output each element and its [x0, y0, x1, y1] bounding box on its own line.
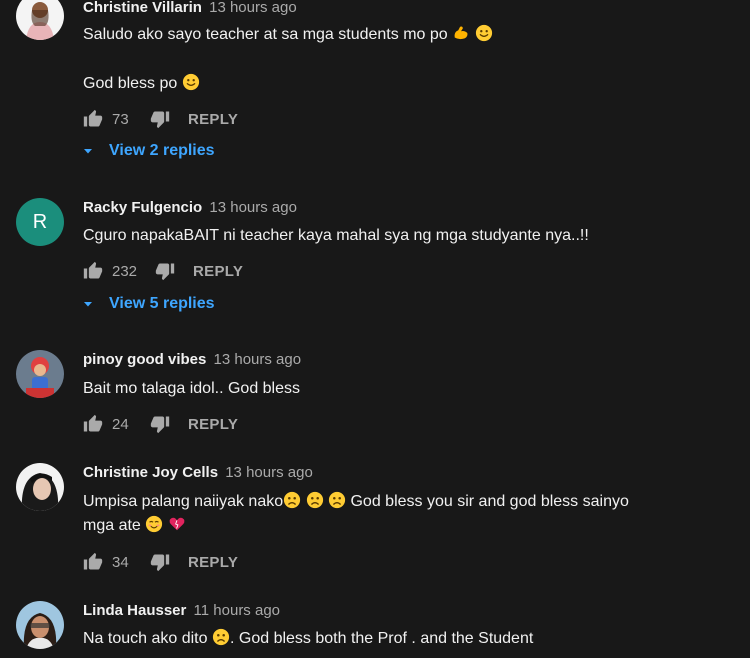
view-replies-button[interactable]: View 5 replies — [83, 295, 215, 313]
like-icon[interactable] — [83, 261, 103, 281]
avatar[interactable] — [16, 0, 64, 40]
reply-button[interactable]: REPLY — [193, 263, 243, 280]
flexed-biceps-icon — [452, 24, 470, 42]
author-name[interactable]: Linda Hausser — [83, 602, 186, 619]
timestamp[interactable]: 11 hours ago — [194, 602, 280, 619]
dislike-icon[interactable] — [150, 109, 170, 129]
comment-actions: 73 REPLY — [83, 107, 238, 131]
comment-text: Umpisa palang naiiyak nako God bless you… — [83, 491, 629, 510]
view-replies-label: View 2 replies — [109, 142, 215, 159]
sad-face-icon — [283, 491, 301, 509]
reply-button[interactable]: REPLY — [188, 416, 238, 433]
view-replies-button[interactable]: View 2 replies — [83, 142, 215, 160]
broken-heart-icon — [168, 515, 186, 533]
like-icon[interactable] — [83, 109, 103, 129]
timestamp[interactable]: 13 hours ago — [225, 464, 313, 481]
dislike-icon[interactable] — [150, 552, 170, 572]
author-name[interactable]: Christine Joy Cells — [83, 464, 218, 481]
comment-text: Cguro napakaBAIT ni teacher kaya mahal s… — [83, 227, 589, 244]
author-name[interactable]: Racky Fulgencio — [83, 199, 202, 216]
sad-face-icon — [212, 628, 230, 646]
avatar[interactable]: R — [16, 198, 64, 246]
like-count: 73 — [112, 110, 129, 128]
timestamp[interactable]: 13 hours ago — [209, 0, 297, 16]
sad-face-icon — [328, 491, 346, 509]
dislike-icon[interactable] — [155, 261, 175, 281]
smiley-icon — [182, 73, 200, 91]
like-count: 232 — [112, 262, 138, 280]
chevron-down-icon — [83, 299, 93, 309]
avatar-letter: R — [32, 210, 48, 233]
comment-text: Na touch ako dito . God bless both the P… — [83, 628, 534, 647]
blushing-face-icon — [145, 515, 163, 533]
timestamp[interactable]: 13 hours ago — [209, 199, 297, 216]
chevron-down-icon — [83, 146, 93, 156]
like-count: 24 — [112, 415, 129, 433]
comment-text-line2: mga ate — [83, 513, 186, 538]
avatar[interactable] — [16, 601, 64, 649]
reply-button[interactable]: REPLY — [188, 554, 238, 571]
author-name[interactable]: Christine Villarin — [83, 0, 202, 16]
comment-actions: 34 REPLY — [83, 550, 238, 574]
avatar[interactable] — [16, 350, 64, 398]
avatar[interactable] — [16, 463, 64, 511]
dislike-icon[interactable] — [150, 414, 170, 434]
like-icon[interactable] — [83, 552, 103, 572]
view-replies-label: View 5 replies — [109, 295, 215, 312]
author-name[interactable]: pinoy good vibes — [83, 351, 206, 368]
comment-actions: 24 REPLY — [83, 412, 238, 436]
sad-face-icon — [306, 491, 324, 509]
reply-button[interactable]: REPLY — [188, 111, 238, 128]
like-icon[interactable] — [83, 414, 103, 434]
comment-text-line2: God bless po — [83, 71, 200, 96]
smiley-icon — [475, 24, 493, 42]
comment-actions: 232 REPLY — [83, 259, 243, 283]
comment-text: Saludo ako sayo teacher at sa mga studen… — [83, 22, 493, 47]
like-count: 34 — [112, 553, 129, 571]
timestamp[interactable]: 13 hours ago — [214, 351, 302, 368]
comment-text: Bait mo talaga idol.. God bless — [83, 380, 301, 397]
